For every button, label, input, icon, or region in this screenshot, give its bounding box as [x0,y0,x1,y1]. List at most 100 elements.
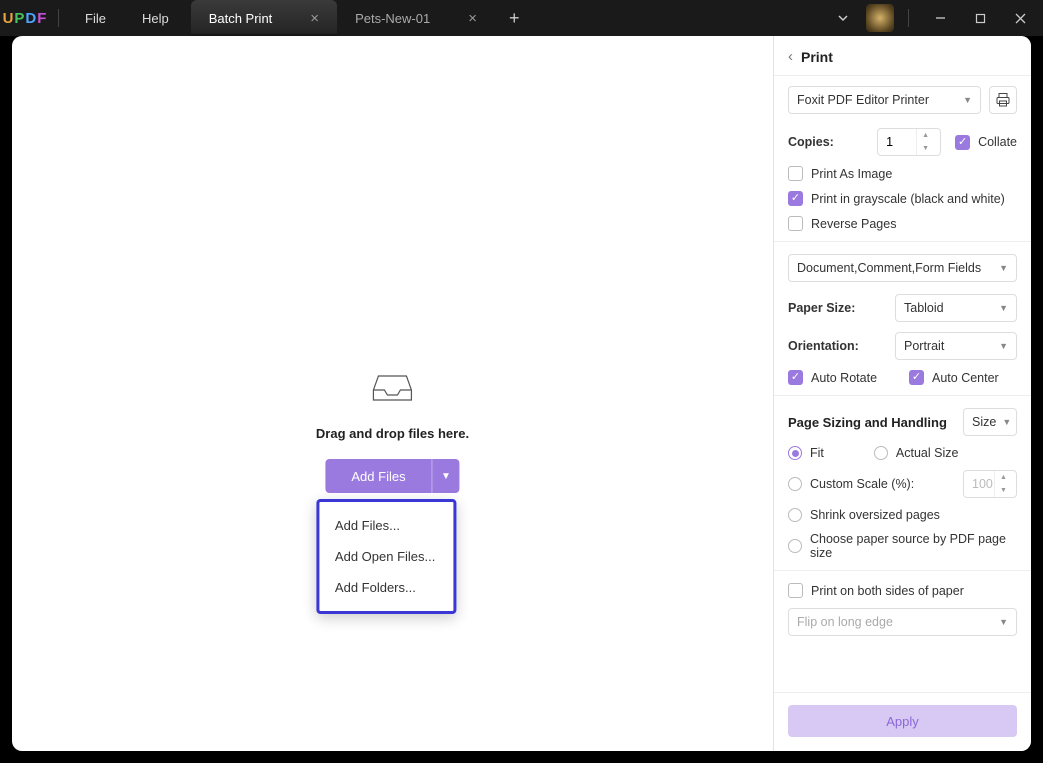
app-logo: UPDF [0,10,50,27]
copies-stepper[interactable]: ▲▼ [877,128,941,156]
dropzone[interactable]: Drag and drop files here. Add Files ▼ Ad… [316,374,469,614]
paper-size-selected: Tabloid [904,301,944,315]
panel-title: Print [801,49,833,65]
panel-body: Foxit PDF Editor Printer ▼ Copies: ▲▼ [774,76,1031,692]
custom-label: Custom Scale (%): [810,477,914,491]
duplex-checkbox[interactable] [788,583,803,598]
tab-pets-new-01[interactable]: Pets-New-01 × [337,0,495,36]
shrink-radio[interactable] [788,508,802,522]
fit-radio[interactable] [788,446,802,460]
chevron-down-icon: ▼ [999,303,1008,313]
choose-source-option[interactable]: Choose paper source by PDF page size [788,532,1017,560]
chevron-down-icon: ▼ [999,263,1008,273]
printer-selected: Foxit PDF Editor Printer [797,93,929,107]
printer-select[interactable]: Foxit PDF Editor Printer ▼ [788,86,981,114]
orientation-select[interactable]: Portrait ▼ [895,332,1017,360]
auto-center-checkbox[interactable] [909,370,924,385]
title-bar: UPDF File Help Batch Print × Pets-New-01… [0,0,1043,36]
ai-sparkle-icon[interactable] [866,4,894,32]
spin-down-icon[interactable]: ▼ [995,484,1012,497]
menu-add-folders[interactable]: Add Folders... [319,572,453,603]
grayscale-label: Print in grayscale (black and white) [811,192,1005,206]
auto-rotate-option[interactable]: Auto Rotate [788,370,877,385]
flip-selected: Flip on long edge [797,615,893,629]
tab-label: Pets-New-01 [355,11,430,26]
grayscale-checkbox[interactable] [788,191,803,206]
collate-option[interactable]: Collate [955,135,1017,150]
print-as-image-checkbox[interactable] [788,166,803,181]
divider [774,570,1031,571]
actual-radio[interactable] [874,446,888,460]
apply-button[interactable]: Apply [788,705,1017,737]
minimize-button[interactable] [923,4,957,32]
tab-label: Batch Print [209,11,273,26]
tab-batch-print[interactable]: Batch Print × [191,0,337,36]
new-tab-button[interactable]: + [495,0,534,36]
flip-select[interactable]: Flip on long edge ▼ [788,608,1017,636]
custom-scale-input[interactable] [964,477,994,491]
duplex-label: Print on both sides of paper [811,584,964,598]
auto-center-label: Auto Center [932,371,999,385]
sizing-mode-selected: Size [972,415,996,429]
actual-size-option[interactable]: Actual Size [874,446,959,460]
spin-up-icon[interactable]: ▲ [917,129,934,142]
add-files-button[interactable]: Add Files ▼ [326,459,460,493]
print-as-image-label: Print As Image [811,167,892,181]
reverse-label: Reverse Pages [811,217,896,231]
custom-radio[interactable] [788,477,802,491]
print-as-image-option[interactable]: Print As Image [788,166,1017,181]
reverse-pages-option[interactable]: Reverse Pages [788,216,1017,231]
custom-scale-option[interactable]: Custom Scale (%): [788,477,914,491]
paper-size-select[interactable]: Tabloid ▼ [895,294,1017,322]
window-controls [826,4,1037,32]
close-icon[interactable]: × [310,10,319,27]
choose-source-radio[interactable] [788,539,802,553]
grayscale-option[interactable]: Print in grayscale (black and white) [788,191,1017,206]
auto-center-option[interactable]: Auto Center [909,370,999,385]
workspace: Drag and drop files here. Add Files ▼ Ad… [12,36,1031,751]
tray-icon [373,374,413,402]
chevron-down-icon: ▼ [999,341,1008,351]
spin-down-icon[interactable]: ▼ [917,142,934,155]
menu-add-open-files[interactable]: Add Open Files... [319,541,453,572]
shrink-option[interactable]: Shrink oversized pages [788,508,1017,522]
add-files-dropdown: Add Files... Add Open Files... Add Folde… [316,499,456,614]
collate-checkbox[interactable] [955,135,970,150]
dropdown-caret-icon[interactable]: ▼ [432,459,460,493]
chevron-down-icon: ▼ [963,95,972,105]
tabstrip: Batch Print × Pets-New-01 × + [191,0,534,36]
divider [774,241,1031,242]
divider [908,9,909,27]
sizing-mode-select[interactable]: Size ▼ [963,408,1017,436]
spin-up-icon[interactable]: ▲ [995,471,1012,484]
divider [774,395,1031,396]
orientation-selected: Portrait [904,339,944,353]
divider [58,9,59,27]
auto-rotate-checkbox[interactable] [788,370,803,385]
print-icon-button[interactable] [989,86,1017,114]
copies-label: Copies: [788,135,834,149]
menu-file[interactable]: File [67,11,124,26]
panel-header: ‹ Print [774,36,1031,76]
chevron-down-icon[interactable] [826,4,860,32]
menu-add-files[interactable]: Add Files... [319,510,453,541]
close-button[interactable] [1003,4,1037,32]
add-files-label: Add Files [326,469,432,484]
maximize-button[interactable] [963,4,997,32]
canvas-area: Drag and drop files here. Add Files ▼ Ad… [12,36,773,751]
shrink-label: Shrink oversized pages [810,508,940,522]
duplex-option[interactable]: Print on both sides of paper [788,583,1017,598]
sizing-header: Page Sizing and Handling [788,415,947,430]
paper-size-label: Paper Size: [788,301,855,315]
reverse-checkbox[interactable] [788,216,803,231]
fit-option[interactable]: Fit [788,446,824,460]
copies-input[interactable] [878,135,916,149]
what-to-print-select[interactable]: Document,Comment,Form Fields ▼ [788,254,1017,282]
custom-scale-stepper[interactable]: ▲▼ [963,470,1017,498]
back-icon[interactable]: ‹ [788,48,793,65]
close-icon[interactable]: × [468,10,477,27]
actual-label: Actual Size [896,446,959,460]
menu-help[interactable]: Help [124,11,187,26]
chevron-down-icon: ▼ [1002,417,1011,427]
auto-rotate-label: Auto Rotate [811,371,877,385]
